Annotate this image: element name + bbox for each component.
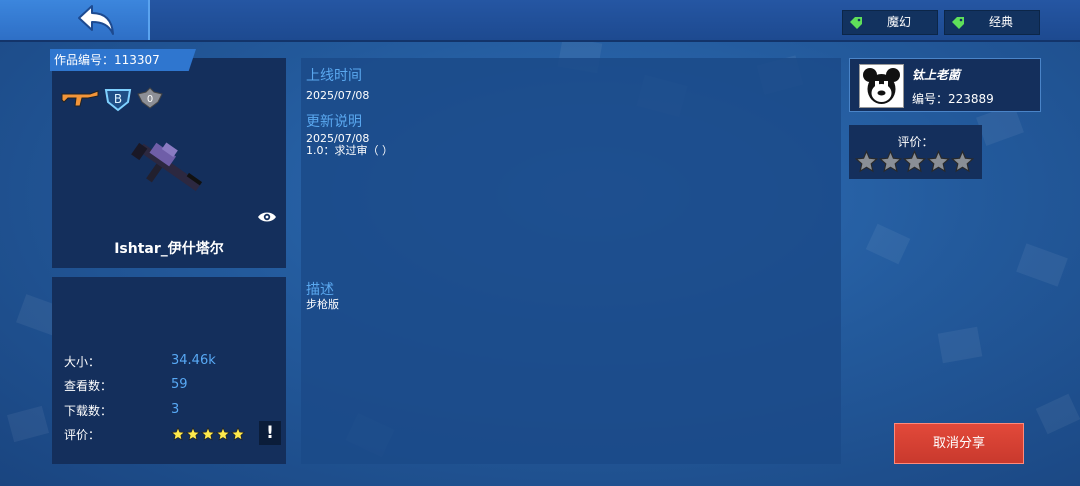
star-icon[interactable] (902, 149, 927, 173)
views-label: 查看数： (64, 379, 113, 393)
back-arrow-icon (78, 5, 114, 35)
report-button[interactable]: ! (259, 421, 281, 445)
rifle-icon (61, 90, 99, 107)
svg-text:B: B (114, 92, 122, 106)
rating-label: 评价： (64, 428, 101, 442)
work-rating-stars (170, 426, 246, 445)
update-note: 1.0：求过审（ ） (306, 144, 393, 157)
author-name: 钛上老菌 (912, 68, 961, 82)
online-time-value: 2025/07/08 (306, 89, 370, 102)
back-button[interactable] (0, 0, 150, 40)
work-id-label: 作品编号：113307 (50, 49, 196, 71)
size-value: 34.46k (171, 353, 216, 368)
tag-label: 魔幻 (886, 15, 911, 29)
eye-icon[interactable] (257, 210, 277, 224)
details-panel (301, 58, 841, 464)
rate-label: 评价： (897, 135, 934, 149)
star-icon[interactable] (878, 149, 903, 173)
svg-text:0: 0 (147, 94, 153, 105)
size-label: 大小： (64, 355, 101, 369)
work-name: Ishtar_伊什塔尔 (114, 241, 224, 257)
tag-label: 经典 (988, 15, 1013, 29)
top-bar: 魔幻 经典 (0, 0, 1080, 42)
b-grade-badge-icon: B (104, 89, 132, 112)
rate-card: 评价： (849, 125, 982, 179)
star-icon (170, 426, 186, 441)
downloads-value: 3 (171, 402, 180, 417)
star-icon[interactable] (950, 149, 975, 173)
star-icon (230, 426, 246, 441)
user-rating-stars[interactable] (854, 149, 975, 177)
author-card[interactable]: 钛上老菌 编号：223889 (849, 58, 1041, 112)
online-time-title: 上线时间 (306, 68, 362, 84)
star-icon (215, 426, 231, 441)
avatar (859, 64, 904, 108)
weapon-preview-image (131, 142, 203, 192)
cancel-share-button[interactable]: 取消分享 (894, 423, 1024, 464)
star-icon[interactable] (926, 149, 951, 173)
tag-button-magic[interactable]: 魔幻 (842, 10, 938, 35)
author-id: 编号：223889 (912, 92, 994, 106)
downloads-label: 下载数： (64, 404, 113, 418)
description-text: 步枪版 (306, 298, 339, 311)
tag-button-classic[interactable]: 经典 (944, 10, 1040, 35)
star-icon (200, 426, 216, 441)
star-icon[interactable] (854, 149, 879, 173)
avatar-face-icon (863, 68, 900, 104)
star-icon (185, 426, 201, 441)
update-notes-title: 更新说明 (306, 114, 362, 130)
zero-wing-badge-icon: 0 (137, 87, 163, 109)
description-title: 描述 (306, 282, 334, 298)
views-value: 59 (171, 377, 188, 392)
